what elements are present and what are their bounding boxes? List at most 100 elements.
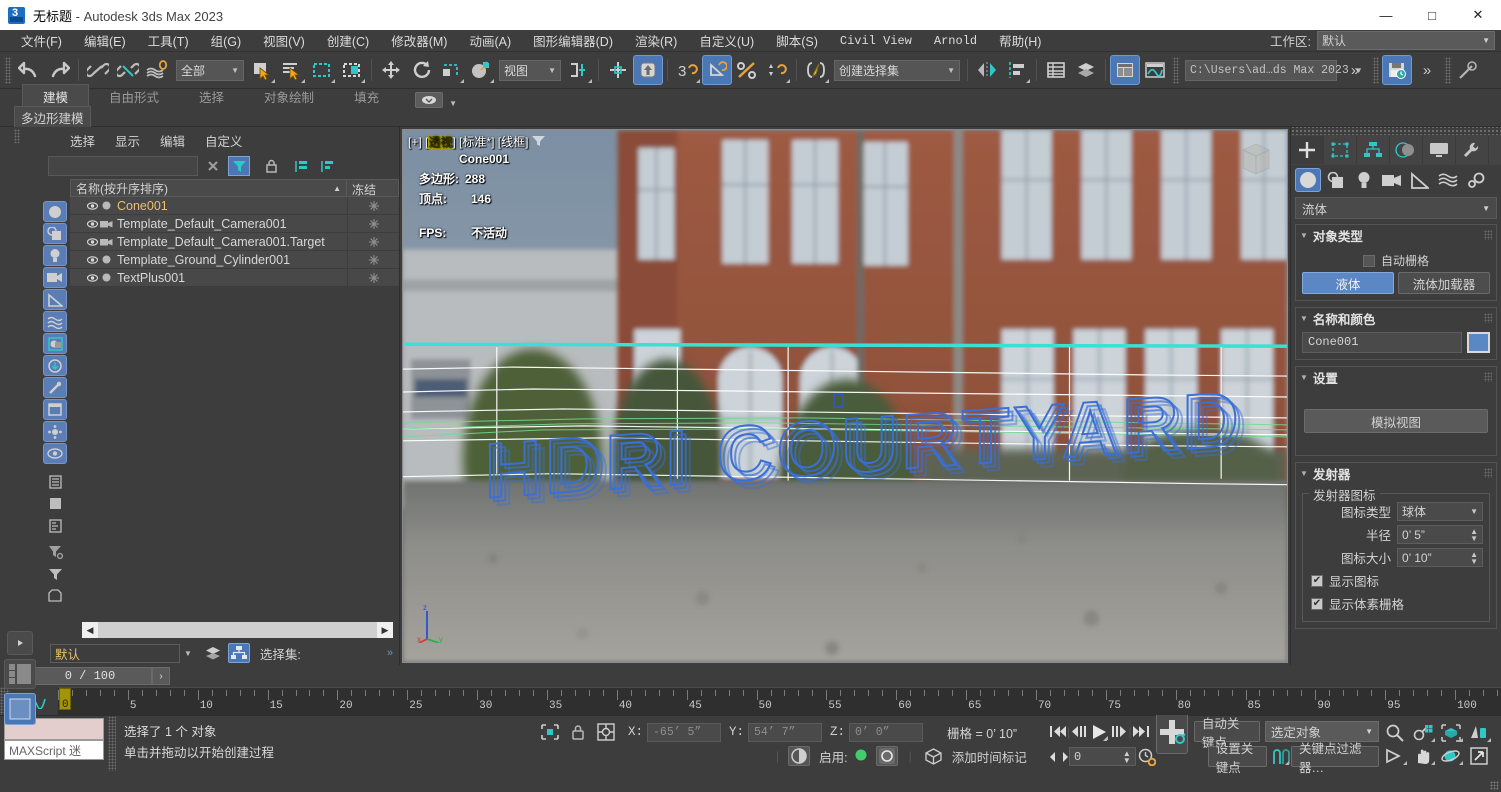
icon-type-dropdown[interactable]: 球体 ▼ (1397, 502, 1483, 521)
expand-all-icon[interactable] (290, 156, 312, 176)
filter-lights-icon[interactable] (43, 245, 67, 266)
frozen-toggle[interactable] (347, 251, 399, 269)
object-category-dropdown[interactable]: 流体 ▼ (1295, 197, 1497, 219)
perspective-viewport[interactable]: HDRI COURTYARD HDRI COURTYARD HDRI COURT… (402, 129, 1288, 663)
key-filters-button[interactable]: 关键点过滤器… (1291, 742, 1379, 775)
show-voxel-grid-checkbox[interactable]: ✔ (1311, 597, 1323, 610)
filter-helpers-icon[interactable] (43, 289, 67, 310)
rollout-grip[interactable] (1484, 313, 1492, 323)
filter-groups-icon[interactable] (43, 333, 67, 354)
ribbon-subtab-poly-modeling[interactable]: 多边形建模 (14, 105, 91, 129)
rollout-name-color-header[interactable]: ▼ 名称和颜色 (1296, 308, 1496, 328)
toolbar-grip[interactable] (1173, 56, 1179, 84)
object-type-liquid-button[interactable]: 液体 (1302, 272, 1394, 294)
menu-file[interactable]: 文件(F) (10, 28, 73, 53)
zoom-all-icon[interactable] (1409, 721, 1437, 744)
filter-xrefs-icon[interactable] (43, 355, 67, 376)
object-type-fluid-loader-button[interactable]: 流体加载器 (1398, 272, 1490, 294)
explorer-menu-edit[interactable]: 编辑 (150, 128, 195, 153)
rectangular-selection-region-icon[interactable] (307, 55, 337, 85)
spinner-arrows-icon[interactable]: ▲ ▼ (1123, 749, 1131, 764)
category-helpers-icon[interactable] (1407, 168, 1433, 192)
category-shapes-icon[interactable] (1323, 168, 1349, 192)
lock-icon[interactable] (260, 156, 282, 176)
layout-preset-button[interactable] (4, 659, 36, 689)
ribbon-tab-modeling[interactable]: 建模 (22, 84, 90, 108)
current-frame-field[interactable]: 0 / 100 (28, 667, 152, 685)
chevron-down-icon[interactable]: ▼ (449, 99, 457, 108)
field-of-view-icon[interactable] (1465, 721, 1493, 744)
menu-rendering[interactable]: 渲染(R) (624, 28, 688, 53)
category-systems-icon[interactable] (1463, 168, 1489, 192)
radius-spinner[interactable]: 0’ 5” ▲ ▼ (1397, 525, 1483, 544)
add-time-tag-icon[interactable] (923, 746, 945, 766)
filter-space-warps-icon[interactable] (43, 311, 67, 332)
selection-filter-dropdown[interactable]: 全部 ▼ (176, 59, 244, 81)
visibility-eye-icon[interactable] (86, 273, 99, 282)
display-properties-icon[interactable] (43, 515, 67, 536)
key-count-button[interactable] (875, 746, 898, 766)
column-header-name[interactable]: 名称(按升序排序) ▲ (71, 180, 346, 196)
absolute-relative-transform-icon[interactable] (595, 722, 617, 742)
show-voxel-grid-row[interactable]: ✔ 显示体素栅格 (1311, 594, 1483, 613)
show-icon-checkbox[interactable]: ✔ (1311, 574, 1323, 587)
filter-cameras-icon[interactable] (43, 267, 67, 288)
menu-modifiers[interactable]: 修改器(M) (380, 28, 458, 53)
current-frame-spinner[interactable]: 0 ▲ ▼ (1069, 747, 1136, 766)
status-bar-grip[interactable] (108, 716, 116, 771)
display-list-icon[interactable] (43, 471, 67, 492)
angle-snap-toggle-icon[interactable] (633, 55, 663, 85)
snaps-toggle-icon[interactable] (603, 55, 633, 85)
spinner-snap-arrows-icon[interactable] (762, 55, 792, 85)
category-cameras-icon[interactable] (1379, 168, 1405, 192)
ribbon-tab-populate[interactable]: 填充 (334, 85, 399, 108)
bind-to-space-warp-icon[interactable] (143, 55, 173, 85)
scene-hierarchy-icon[interactable] (227, 643, 250, 663)
spinner-snap-toggle-icon[interactable]: 3 (672, 55, 702, 85)
visibility-eye-icon[interactable] (86, 255, 99, 264)
scroll-thumb[interactable] (98, 622, 377, 638)
category-space-warps-icon[interactable] (1435, 168, 1461, 192)
rollout-emitter-header[interactable]: ▼ 发射器 (1296, 463, 1496, 483)
autogrid-row[interactable]: 自动栅格 (1302, 252, 1490, 269)
category-lights-icon[interactable] (1351, 168, 1377, 192)
filter-funnel-icon[interactable] (43, 563, 67, 584)
select-object-icon[interactable] (247, 55, 277, 85)
toolbar-overflow-button-2[interactable]: » (1412, 55, 1442, 85)
tab-hierarchy[interactable] (1357, 136, 1390, 164)
minimize-button[interactable]: — (1363, 0, 1409, 30)
go-to-start-icon[interactable] (1049, 722, 1067, 742)
project-path-dropdown[interactable]: C:\Users\ad…ds Max 2023 ▼ (1185, 59, 1363, 81)
pan-hand-icon[interactable] (1409, 744, 1437, 767)
align-icon[interactable] (1002, 55, 1032, 85)
table-row[interactable]: TextPlus001 (70, 269, 399, 287)
undo-icon[interactable] (14, 55, 44, 85)
tab-utilities[interactable] (1456, 136, 1489, 164)
layer-manager-icon[interactable] (202, 643, 224, 663)
menu-graph-editors[interactable]: 图形编辑器(D) (522, 28, 624, 53)
column-header-frozen[interactable]: 冻结 (346, 180, 398, 197)
next-frame-button[interactable]: › (152, 667, 170, 685)
layer-explorer-icon[interactable] (1041, 55, 1071, 85)
select-by-name-icon[interactable] (277, 55, 307, 85)
icon-size-spinner[interactable]: 0’ 10” ▲ ▼ (1397, 548, 1483, 567)
tab-motion[interactable] (1390, 136, 1423, 164)
object-color-swatch[interactable] (1467, 332, 1490, 353)
spinner-arrows-icon[interactable]: ▲ ▼ (1470, 550, 1478, 565)
expand-left-panel-button[interactable] (7, 631, 33, 655)
explorer-horizontal-scrollbar[interactable]: ◀ ▶ (70, 621, 399, 641)
chevron-down-icon[interactable]: ▼ (184, 649, 192, 658)
time-configuration-icon[interactable] (1138, 747, 1156, 767)
spinner-arrows-icon[interactable]: ▲ ▼ (1470, 527, 1478, 542)
rollout-grip[interactable] (1484, 468, 1492, 478)
add-time-tag-label[interactable]: 添加时间标记 (952, 747, 1027, 766)
object-name-input[interactable]: Cone001 (1302, 332, 1462, 353)
filter-geometry-icon[interactable] (43, 201, 67, 222)
mirror-icon[interactable] (972, 55, 1002, 85)
menu-animation[interactable]: 动画(A) (458, 28, 522, 53)
rollout-grip[interactable] (1484, 372, 1492, 382)
redo-icon[interactable] (44, 55, 74, 85)
x-coordinate-field[interactable]: -65’ 5” (647, 722, 722, 742)
current-layer-dropdown[interactable]: 默认 (50, 643, 180, 663)
selection-lock-region-icon[interactable] (539, 722, 561, 742)
